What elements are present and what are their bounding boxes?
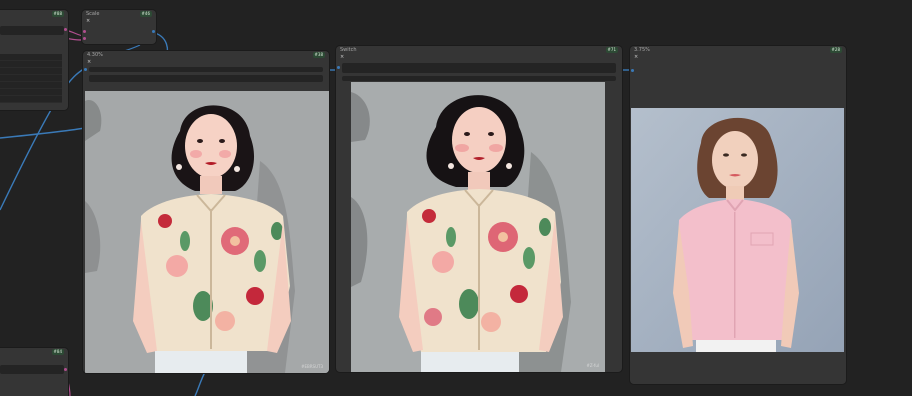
- input-port[interactable]: [83, 37, 86, 40]
- illustrated-woman-floral-blouse-icon: [351, 82, 605, 372]
- node-preview-1[interactable]: 4.30% #38 × #EBRSUT3: [83, 51, 329, 373]
- node-input-bar[interactable]: [0, 365, 64, 374]
- node-input-bar[interactable]: [89, 75, 323, 82]
- output-port[interactable]: [64, 28, 67, 31]
- list-row[interactable]: [0, 68, 62, 75]
- signature-watermark: #EBRSUT3: [301, 364, 323, 369]
- node-id-badge: #88: [51, 11, 64, 17]
- node-top-left[interactable]: #88: [0, 10, 68, 110]
- close-icon[interactable]: ×: [340, 54, 344, 60]
- input-port[interactable]: [83, 30, 86, 33]
- node-input-bar[interactable]: [89, 67, 323, 72]
- list-row[interactable]: [0, 61, 62, 68]
- node-title: 3.75%: [634, 47, 650, 53]
- node-preview-3[interactable]: 3.75% #28 ×: [630, 46, 846, 384]
- node-id-badge: #46: [139, 11, 152, 17]
- node-input-bar[interactable]: [342, 76, 616, 81]
- output-port[interactable]: [64, 368, 67, 371]
- node-title: 4.30%: [87, 52, 103, 58]
- node-input-bar[interactable]: [0, 26, 64, 35]
- signature-watermark: #Z-ful: [586, 363, 599, 368]
- node-input-bar[interactable]: [342, 63, 616, 73]
- close-icon[interactable]: ×: [634, 54, 638, 60]
- node-title: Switch: [340, 47, 357, 53]
- list-row[interactable]: [0, 82, 62, 89]
- node-small-top[interactable]: Scale #46 ×: [82, 10, 156, 44]
- node-id-badge: #84: [51, 349, 64, 355]
- photo-woman-pink-blouse-icon: [631, 108, 844, 352]
- node-graph-canvas[interactable]: #88 Scale #46 × 4.30% #38 × #EBRSUT3 Swi…: [0, 0, 912, 396]
- input-port[interactable]: [631, 69, 634, 72]
- node-id-badge: #71: [605, 47, 618, 53]
- close-icon[interactable]: ×: [87, 59, 91, 65]
- node-id-badge: #38: [312, 52, 325, 58]
- close-icon[interactable]: ×: [86, 18, 90, 24]
- wire-diagonal-2: [0, 127, 86, 139]
- input-port[interactable]: [337, 66, 340, 69]
- illustration-preview: #Z-ful: [351, 82, 605, 372]
- node-preview-2[interactable]: Switch #71 × #Z-ful: [336, 46, 622, 372]
- input-port[interactable]: [84, 68, 87, 71]
- output-port[interactable]: [152, 30, 155, 33]
- illustration-preview: #EBRSUT3: [85, 91, 329, 373]
- list-row[interactable]: [0, 75, 62, 82]
- list-row[interactable]: [0, 89, 62, 96]
- node-list: [0, 54, 62, 103]
- node-title: Scale: [86, 11, 100, 17]
- node-bottom-left[interactable]: #84: [0, 348, 68, 396]
- illustrated-woman-floral-blouse-icon: [85, 91, 329, 373]
- photo-preview: [631, 108, 844, 352]
- node-id-badge: #28: [829, 47, 842, 53]
- wire-bottom: [194, 371, 206, 396]
- list-row[interactable]: [0, 54, 62, 61]
- list-row[interactable]: [0, 96, 62, 103]
